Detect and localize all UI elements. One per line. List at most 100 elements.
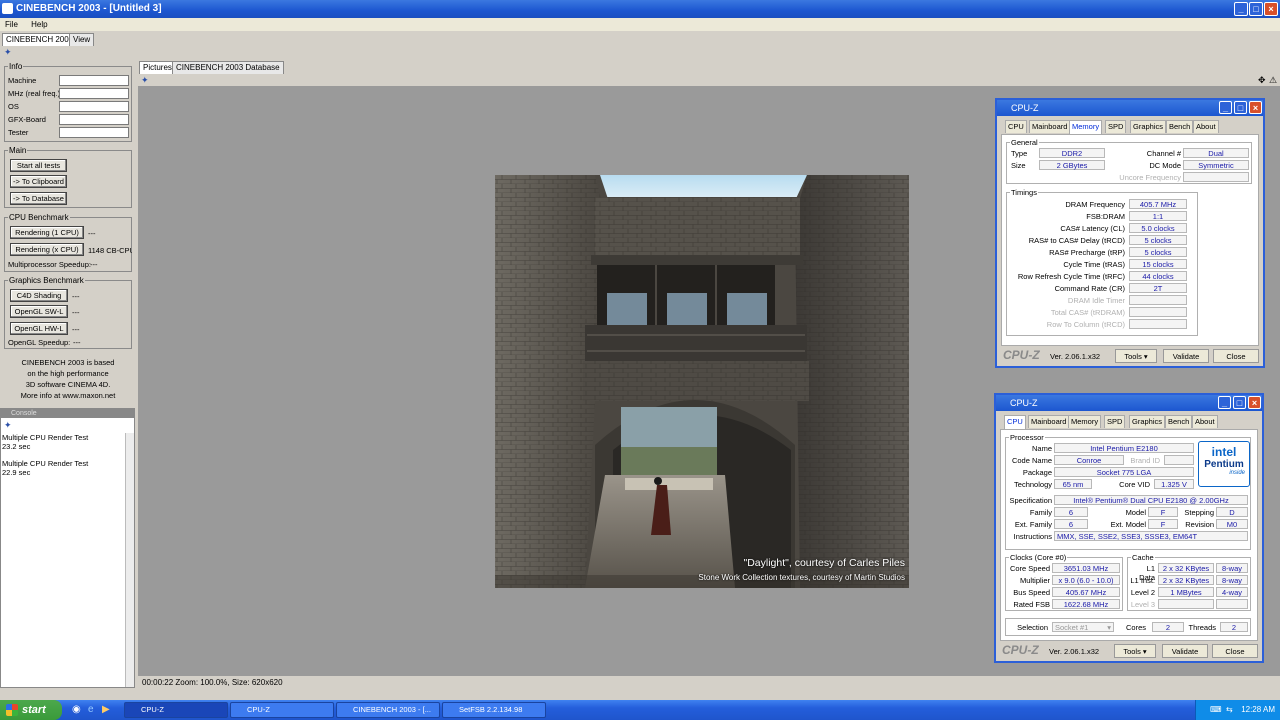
dc-mode-value: Symmetric <box>1183 160 1249 170</box>
start-all-tests-button[interactable]: Start all tests <box>10 159 67 172</box>
selection-dropdown[interactable]: Socket #1 ▾ <box>1052 622 1114 632</box>
cpuz-tab-mainboard[interactable]: Mainboard <box>1029 120 1071 133</box>
menu-file[interactable]: File <box>5 20 18 29</box>
selection-value: Socket #1 <box>1055 623 1089 632</box>
cpuz-memory-window[interactable]: CPU-Z _ □ × CPU Mainboard Memory SPD Gra… <box>995 98 1265 368</box>
left-panel: Info Machine MHz (real freq.) OS GFX-Boa… <box>2 62 134 410</box>
cpuz-tab-graphics[interactable]: Graphics <box>1130 120 1167 133</box>
cpuz-tab-memory[interactable]: Memory <box>1068 415 1102 428</box>
console-header: Console <box>1 409 134 418</box>
l1-data-ways: 8-way <box>1216 563 1248 573</box>
validate-button[interactable]: Validate <box>1163 349 1209 363</box>
close-window-button[interactable]: Close <box>1212 644 1258 658</box>
opengl-hwl-value: --- <box>72 325 80 334</box>
selection-section: Selection Socket #1 ▾ Cores 2 Threads 2 <box>1005 618 1251 636</box>
about-line-1: CINEBENCH 2003 is based <box>21 358 115 367</box>
about-line-3: 3D software CINEMA 4D. <box>25 380 111 389</box>
os-field[interactable] <box>59 101 129 112</box>
cpuz-title-bar[interactable]: CPU-Z _ □ × <box>997 100 1263 116</box>
uncore-label: Uncore Frequency <box>1119 173 1181 182</box>
tab-cinebench[interactable]: CINEBENCH 2003 <box>2 33 78 46</box>
console-scrollbar[interactable] <box>125 433 134 687</box>
taskbar-item-setfsb[interactable]: SetFSB 2.2.134.98 <box>442 702 546 718</box>
network-icon[interactable]: ⇆ <box>1226 700 1233 720</box>
tab-view[interactable]: View <box>69 33 95 46</box>
machine-field[interactable] <box>59 75 129 86</box>
opengl-swl-button[interactable]: OpenGL SW-L <box>10 305 68 318</box>
timings-title: Timings <box>1010 188 1038 197</box>
rendering-xcpu-button[interactable]: Rendering (x CPU) <box>10 243 84 256</box>
app-icon <box>2 3 13 14</box>
cpuz-tab-about[interactable]: About <box>1193 120 1219 133</box>
taskbar: start ◉ e ▶ CPU-Z CPU-Z CINEBENCH 2003 -… <box>0 700 1280 720</box>
cpuz-tab-cpu[interactable]: CPU <box>1004 415 1026 429</box>
general-title: General <box>1010 138 1039 147</box>
cpuz-close-button[interactable]: × <box>1249 101 1262 114</box>
console-title: Console <box>11 410 37 417</box>
name-label: Name <box>1031 444 1052 453</box>
timing-label: DRAM Frequency <box>1065 200 1125 209</box>
tab-pictures[interactable]: Pictures <box>139 61 176 74</box>
minimize-button[interactable]: _ <box>1234 2 1248 16</box>
quicklaunch-ie-icon[interactable]: e <box>88 704 94 715</box>
cpuz-tab-spd[interactable]: SPD <box>1105 120 1127 133</box>
quicklaunch-media-icon[interactable]: ▶ <box>102 704 110 715</box>
rendering-1cpu-button[interactable]: Rendering (1 CPU) <box>10 226 84 239</box>
tools-button[interactable]: Tools ▾ <box>1115 349 1157 363</box>
pin-icon[interactable]: ✦ <box>4 48 14 57</box>
cpuz-tab-bench[interactable]: Bench <box>1166 120 1194 133</box>
level-3-value <box>1158 599 1214 609</box>
mhz-field[interactable] <box>59 88 129 99</box>
timing-value <box>1129 295 1187 305</box>
cpuz-cpu-window[interactable]: CPU-Z _ □ × CPU Mainboard Memory SPD Gra… <box>994 393 1264 663</box>
title-bar[interactable]: CINEBENCH 2003 - [Untitled 3] _ □ × <box>0 0 1280 18</box>
cores-value: 2 <box>1152 622 1184 632</box>
specification-label: Specification <box>1009 496 1052 505</box>
cpuz-maximize-button[interactable]: □ <box>1234 101 1247 114</box>
picture-pin-icon[interactable]: ✦ <box>141 75 149 86</box>
keyboard-icon[interactable]: ⌨ <box>1210 700 1222 720</box>
cpuz-close-button[interactable]: × <box>1248 396 1261 409</box>
tools-button[interactable]: Tools ▾ <box>1114 644 1156 658</box>
to-clipboard-button[interactable]: -> To Clipboard <box>10 175 67 188</box>
console-line: Multiple CPU Render Test <box>2 459 89 468</box>
clock[interactable]: 12:28 AM <box>1241 705 1275 714</box>
console-pin-icon[interactable]: ✦ <box>4 420 12 431</box>
tester-field[interactable] <box>59 127 129 138</box>
close-button[interactable]: × <box>1264 2 1278 16</box>
taskbar-item-cpuz-2[interactable]: CPU-Z <box>230 702 334 718</box>
cpuz-tab-mainboard[interactable]: Mainboard <box>1028 415 1070 428</box>
os-label: OS <box>8 102 19 111</box>
rendering-xcpu-value: 1148 CB-CPU <box>88 246 132 255</box>
rendering-1cpu-value: --- <box>88 229 96 238</box>
taskbar-item-cpuz-1[interactable]: CPU-Z <box>124 702 228 718</box>
warning-icon[interactable]: ⚠ <box>1269 75 1277 86</box>
to-database-button[interactable]: -> To Database <box>10 192 67 205</box>
maximize-button[interactable]: □ <box>1249 2 1263 16</box>
cpuz-title-bar[interactable]: CPU-Z _ □ × <box>996 395 1262 411</box>
cpuz-minimize-button[interactable]: _ <box>1218 396 1231 409</box>
package-label: Package <box>1022 468 1052 477</box>
tab-database[interactable]: CINEBENCH 2003 Database <box>172 61 284 74</box>
gfx-field[interactable] <box>59 114 129 125</box>
cpuz-tab-bench[interactable]: Bench <box>1165 415 1193 428</box>
c4d-shading-button[interactable]: C4D Shading <box>10 289 68 302</box>
opengl-hwl-button[interactable]: OpenGL HW-L <box>10 322 68 335</box>
cpuz-minimize-button[interactable]: _ <box>1219 101 1232 114</box>
validate-button[interactable]: Validate <box>1162 644 1208 658</box>
quicklaunch-desktop-icon[interactable]: ◉ <box>72 704 81 715</box>
menu-help[interactable]: Help <box>31 20 47 29</box>
cpuz-tab-graphics[interactable]: Graphics <box>1129 415 1166 428</box>
cpuz-tab-about[interactable]: About <box>1192 415 1218 428</box>
family-label: Family <box>1029 508 1052 517</box>
start-button[interactable]: start <box>0 700 62 720</box>
close-window-button[interactable]: Close <box>1213 349 1259 363</box>
cpuz-tabs: CPU Mainboard Memory SPD Graphics Bench … <box>996 415 1262 429</box>
cpuz-tab-spd[interactable]: SPD <box>1104 415 1126 428</box>
taskbar-item-cinebench[interactable]: CINEBENCH 2003 - [... <box>336 702 440 718</box>
cpuz-maximize-button[interactable]: □ <box>1233 396 1246 409</box>
cpuz-tab-memory[interactable]: Memory <box>1069 120 1103 134</box>
move-icon[interactable]: ✥ <box>1258 75 1266 86</box>
cpuz-tab-cpu[interactable]: CPU <box>1005 120 1027 133</box>
cpuz-version: Ver. 2.06.1.x32 <box>1050 352 1101 361</box>
